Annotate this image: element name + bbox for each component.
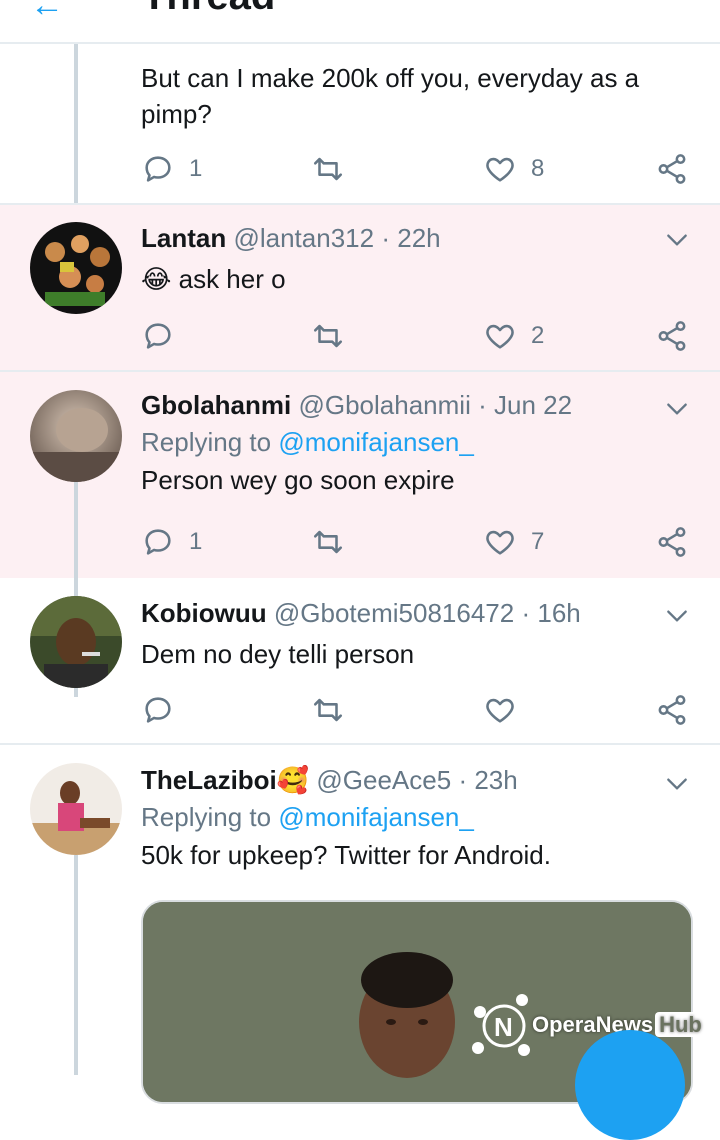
reply-count: 1 — [189, 528, 203, 555]
display-name[interactable]: Kobiowuu — [141, 598, 267, 628]
display-name[interactable]: Lantan — [141, 223, 226, 253]
smiling-hearts-emoji: 🥰 — [276, 765, 310, 795]
display-name[interactable]: TheLaziboi — [141, 765, 277, 795]
reply-icon — [145, 323, 171, 349]
avatar[interactable] — [30, 390, 122, 482]
reply-button[interactable] — [141, 690, 175, 730]
timestamp[interactable]: Jun 22 — [494, 390, 572, 420]
thread-connector-line — [74, 855, 78, 1075]
like-button[interactable]: 2 — [483, 316, 544, 356]
share-button[interactable] — [655, 316, 689, 356]
user-handle[interactable]: @GeeAce5 — [316, 765, 451, 795]
tweet-item[interactable]: Gbolahanmi @Gbolahanmii · Jun 22 Replyin… — [0, 372, 720, 697]
share-icon — [658, 527, 686, 557]
separator-dot: · — [458, 765, 468, 795]
separator-dot: · — [521, 598, 531, 628]
reply-button[interactable] — [141, 316, 175, 356]
like-count: 2 — [531, 322, 545, 349]
tweet-item[interactable]: Lantan @lantan312 · 22h 😂 ask her o 2 — [0, 205, 720, 370]
back-arrow-icon[interactable]: ← — [30, 0, 64, 25]
tweet-header: Kobiowuu @Gbotemi50816472 · 16h — [141, 596, 690, 630]
chevron-down-icon[interactable] — [664, 771, 690, 797]
tweet-text-line: 😂 ask her o — [141, 261, 690, 297]
share-icon — [658, 695, 686, 725]
tweet-actions — [141, 690, 691, 730]
share-icon — [658, 154, 686, 184]
timestamp[interactable]: 16h — [537, 598, 580, 628]
timestamp[interactable]: 22h — [397, 223, 440, 253]
tweet-actions: 1 8 — [141, 149, 691, 189]
retweet-icon — [313, 324, 343, 348]
user-handle[interactable]: @lantan312 — [233, 223, 374, 253]
reply-icon — [145, 529, 171, 555]
heart-icon — [486, 324, 514, 349]
mention-link[interactable]: @monifajansen_ — [278, 802, 474, 832]
display-name[interactable]: Gbolahanmi — [141, 390, 291, 420]
share-button[interactable] — [655, 522, 689, 562]
tweet-actions: 2 — [141, 316, 691, 356]
avatar[interactable] — [30, 763, 122, 855]
tweet-text: Dem no dey telli person — [141, 639, 415, 669]
share-button[interactable] — [655, 690, 689, 730]
tweet-header: TheLaziboi🥰 @GeeAce5 · 23h — [141, 763, 690, 797]
share-icon — [658, 321, 686, 351]
retweet-button[interactable] — [311, 522, 345, 562]
tweet-text: ask her o — [178, 264, 286, 294]
page-title: Thread — [142, 0, 275, 19]
retweet-icon — [313, 530, 343, 554]
heart-icon — [486, 530, 514, 555]
like-button[interactable]: 7 — [483, 522, 544, 562]
retweet-button[interactable] — [311, 316, 345, 356]
tweet-header: Gbolahanmi @Gbolahanmii · Jun 22 — [141, 388, 690, 422]
replying-to-line: Replying to @monifajansen_ — [141, 797, 690, 837]
heart-icon — [486, 157, 514, 182]
retweet-button[interactable] — [311, 149, 345, 189]
reply-button[interactable]: 1 — [141, 522, 202, 562]
like-button[interactable]: 8 — [483, 149, 544, 189]
opera-news-hub-logo-icon: N — [472, 994, 530, 1056]
like-count: 7 — [531, 528, 545, 555]
svg-text:N: N — [494, 1012, 513, 1042]
heart-icon — [486, 698, 514, 723]
reply-icon — [145, 697, 171, 723]
avatar[interactable] — [30, 222, 122, 314]
mention-link[interactable]: @monifajansen_ — [278, 427, 474, 457]
tears-of-joy-emoji: 😂 — [141, 264, 172, 294]
chevron-down-icon[interactable] — [664, 396, 690, 422]
separator-dot: · — [381, 223, 390, 253]
like-button[interactable] — [483, 690, 517, 730]
reply-button[interactable]: 1 — [141, 149, 202, 189]
replying-to-line: Replying to @monifajansen_ — [141, 422, 690, 462]
top-app-bar: ← Thread — [0, 0, 720, 44]
tweet-actions: 1 7 — [141, 522, 691, 562]
tweet-text: 50k for upkeep? Twitter for Android. — [141, 840, 551, 870]
user-handle[interactable]: @Gbotemi50816472 — [274, 598, 514, 628]
tweet-header: Lantan @lantan312 · 22h — [141, 221, 690, 255]
separator-dot: · — [478, 390, 487, 420]
retweet-icon — [313, 157, 343, 181]
chevron-down-icon[interactable] — [664, 603, 690, 629]
reply-count: 1 — [189, 155, 203, 182]
user-handle[interactable]: @Gbolahanmii — [298, 390, 470, 420]
replying-to-label: Replying to — [141, 802, 272, 832]
avatar[interactable] — [30, 596, 122, 688]
like-count: 8 — [531, 155, 545, 182]
compose-fab-button[interactable] — [575, 1030, 685, 1140]
replying-to-label: Replying to — [141, 427, 272, 457]
tweet-item[interactable]: Kobiowuu @Gbotemi50816472 · 16h Dem no d… — [0, 578, 720, 743]
retweet-icon — [313, 698, 343, 722]
chevron-down-icon[interactable] — [664, 227, 690, 253]
tweet-item[interactable]: But can I make 200k off you, everyday as… — [0, 44, 720, 204]
share-button[interactable] — [655, 149, 689, 189]
tweet-text: But can I make 200k off you, everyday as… — [141, 63, 640, 129]
reply-icon — [145, 156, 171, 182]
tweet-text: Person wey go soon expire — [141, 465, 455, 495]
retweet-button[interactable] — [311, 690, 345, 730]
timestamp[interactable]: 23h — [474, 765, 517, 795]
watermark-hub: Hub — [655, 1012, 706, 1037]
